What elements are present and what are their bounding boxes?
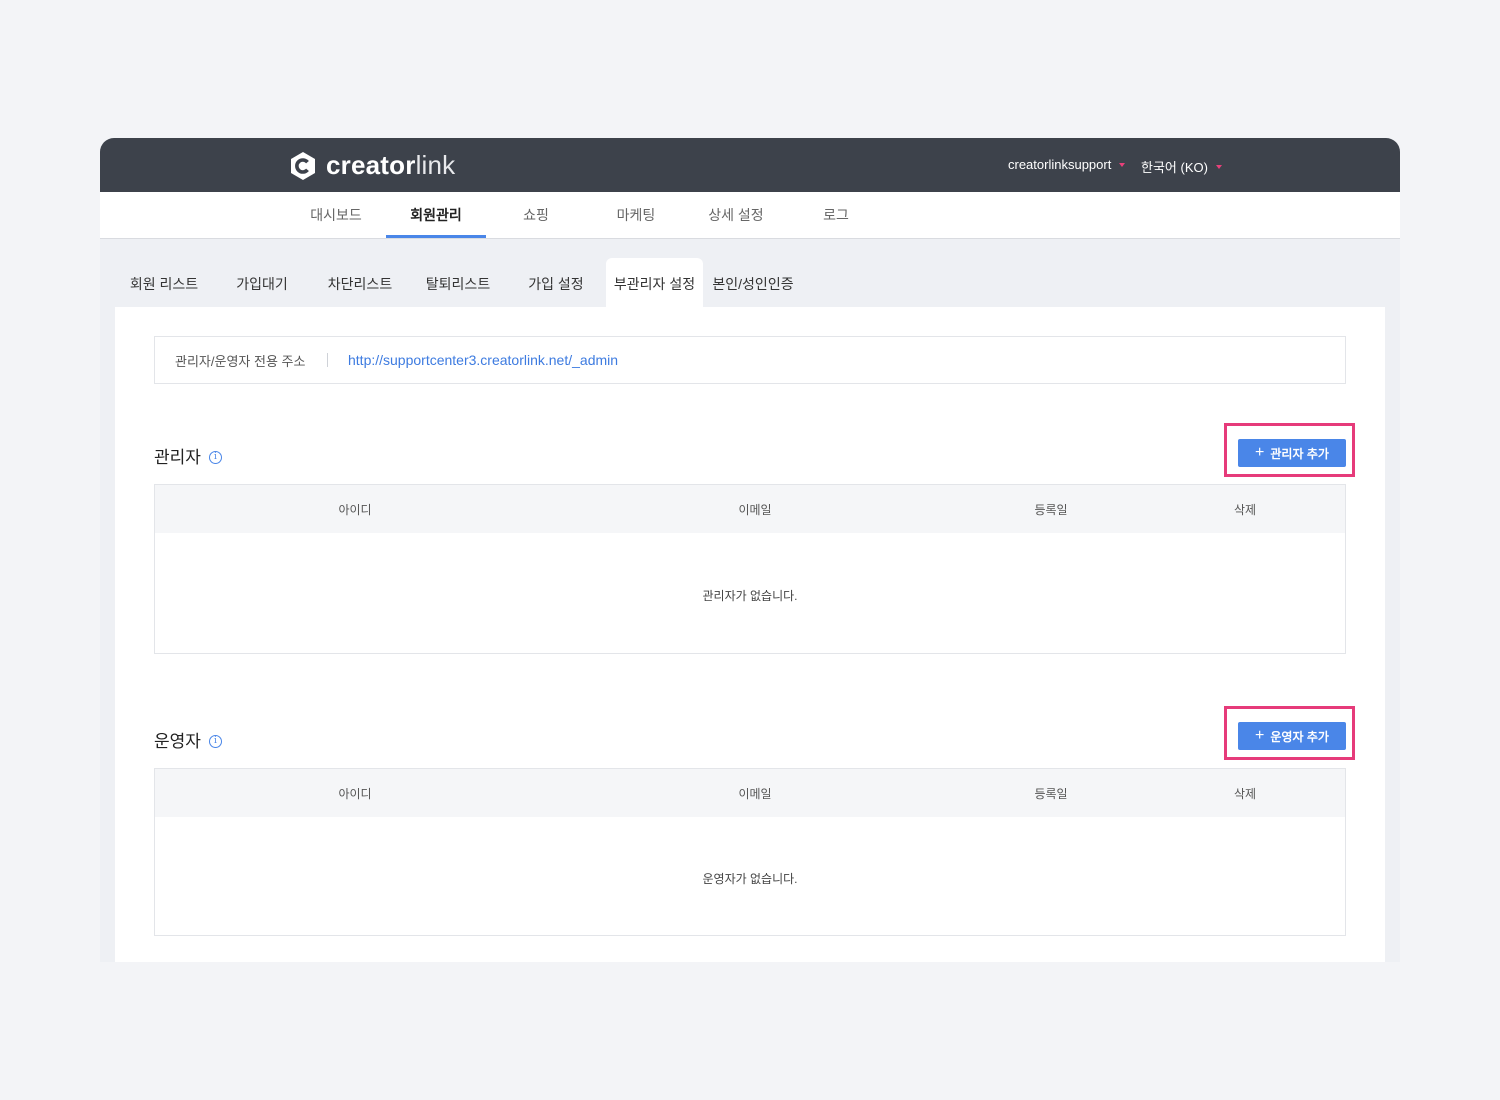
divider [327, 353, 328, 367]
nav-log[interactable]: 로그 [786, 192, 886, 238]
admins-table: 아이디 이메일 등록일 삭제 관리자가 없습니다. [154, 484, 1346, 654]
tab-sub-admin[interactable]: 부관리자 설정 [606, 258, 703, 307]
sub-tabs: 회원 리스트 가입대기 차단리스트 탈퇴리스트 가입 설정 부관리자 설정 본인… [100, 258, 1400, 307]
app-window: creatorlink creatorlinksupport 한국어 (KO) … [100, 138, 1400, 962]
logo-text: creatorlink [326, 150, 456, 180]
creatorlink-logo-icon [291, 151, 315, 180]
nav-shopping[interactable]: 쇼핑 [486, 192, 586, 238]
admins-empty-message: 관리자가 없습니다. [702, 589, 798, 603]
plus-icon: + [1255, 444, 1265, 461]
operators-section-title: 운영자 i [154, 727, 222, 752]
tab-blocked[interactable]: 차단리스트 [316, 258, 404, 307]
admin-url-link[interactable]: http://supportcenter3.creatorlink.net/_a… [348, 352, 618, 368]
operators-empty-message: 운영자가 없습니다. [702, 872, 798, 886]
add-operator-button[interactable]: + 운영자 추가 [1238, 722, 1346, 750]
operators-title: 운영자 [154, 732, 201, 751]
column-id: 아이디 [338, 787, 372, 801]
column-delete: 삭제 [1233, 503, 1257, 517]
add-operator-label: 운영자 추가 [1270, 729, 1329, 744]
column-registered: 등록일 [1034, 503, 1068, 517]
main-nav: 대시보드 회원관리 쇼핑 마케팅 상세 설정 로그 [100, 192, 1400, 239]
nav-members[interactable]: 회원관리 [386, 192, 486, 238]
chevron-down-icon [1215, 164, 1222, 169]
plus-icon: + [1255, 727, 1265, 744]
tab-verification[interactable]: 본인/성인인증 [706, 258, 800, 307]
content-panel: 관리자/운영자 전용 주소 http://supportcenter3.crea… [115, 307, 1385, 962]
column-delete: 삭제 [1233, 787, 1257, 801]
tab-withdrawn[interactable]: 탈퇴리스트 [414, 258, 502, 307]
logo[interactable]: creatorlink [288, 150, 455, 181]
nav-marketing[interactable]: 마케팅 [586, 192, 686, 238]
language-menu[interactable]: 한국어 (KO) [1141, 157, 1222, 176]
top-bar: creatorlink creatorlinksupport 한국어 (KO) [100, 138, 1400, 192]
column-email: 이메일 [738, 787, 772, 801]
table-header: 아이디 이메일 등록일 삭제 [155, 769, 1345, 817]
table-header: 아이디 이메일 등록일 삭제 [155, 485, 1345, 533]
column-registered: 등록일 [1034, 787, 1068, 801]
admins-section-title: 관리자 i [154, 443, 222, 468]
user-name: creatorlinksupport [1008, 157, 1112, 172]
admin-url-label: 관리자/운영자 전용 주소 [175, 354, 306, 369]
tab-pending[interactable]: 가입대기 [218, 258, 306, 307]
column-id: 아이디 [338, 503, 372, 517]
admins-title: 관리자 [154, 448, 201, 467]
admin-url-box: 관리자/운영자 전용 주소 http://supportcenter3.crea… [154, 336, 1346, 384]
user-menu[interactable]: creatorlinksupport [1008, 157, 1126, 172]
add-admin-label: 관리자 추가 [1270, 446, 1329, 461]
tab-signup-settings[interactable]: 가입 설정 [512, 258, 600, 307]
tab-member-list[interactable]: 회원 리스트 [120, 258, 208, 307]
language-label: 한국어 (KO) [1141, 160, 1208, 175]
info-icon[interactable]: i [208, 735, 222, 748]
nav-settings[interactable]: 상세 설정 [686, 192, 786, 238]
info-icon[interactable]: i [208, 451, 222, 464]
nav-dashboard[interactable]: 대시보드 [286, 192, 386, 238]
operators-table: 아이디 이메일 등록일 삭제 운영자가 없습니다. [154, 768, 1346, 936]
add-admin-button[interactable]: + 관리자 추가 [1238, 439, 1346, 467]
chevron-down-icon [1119, 162, 1126, 167]
column-email: 이메일 [738, 503, 772, 517]
